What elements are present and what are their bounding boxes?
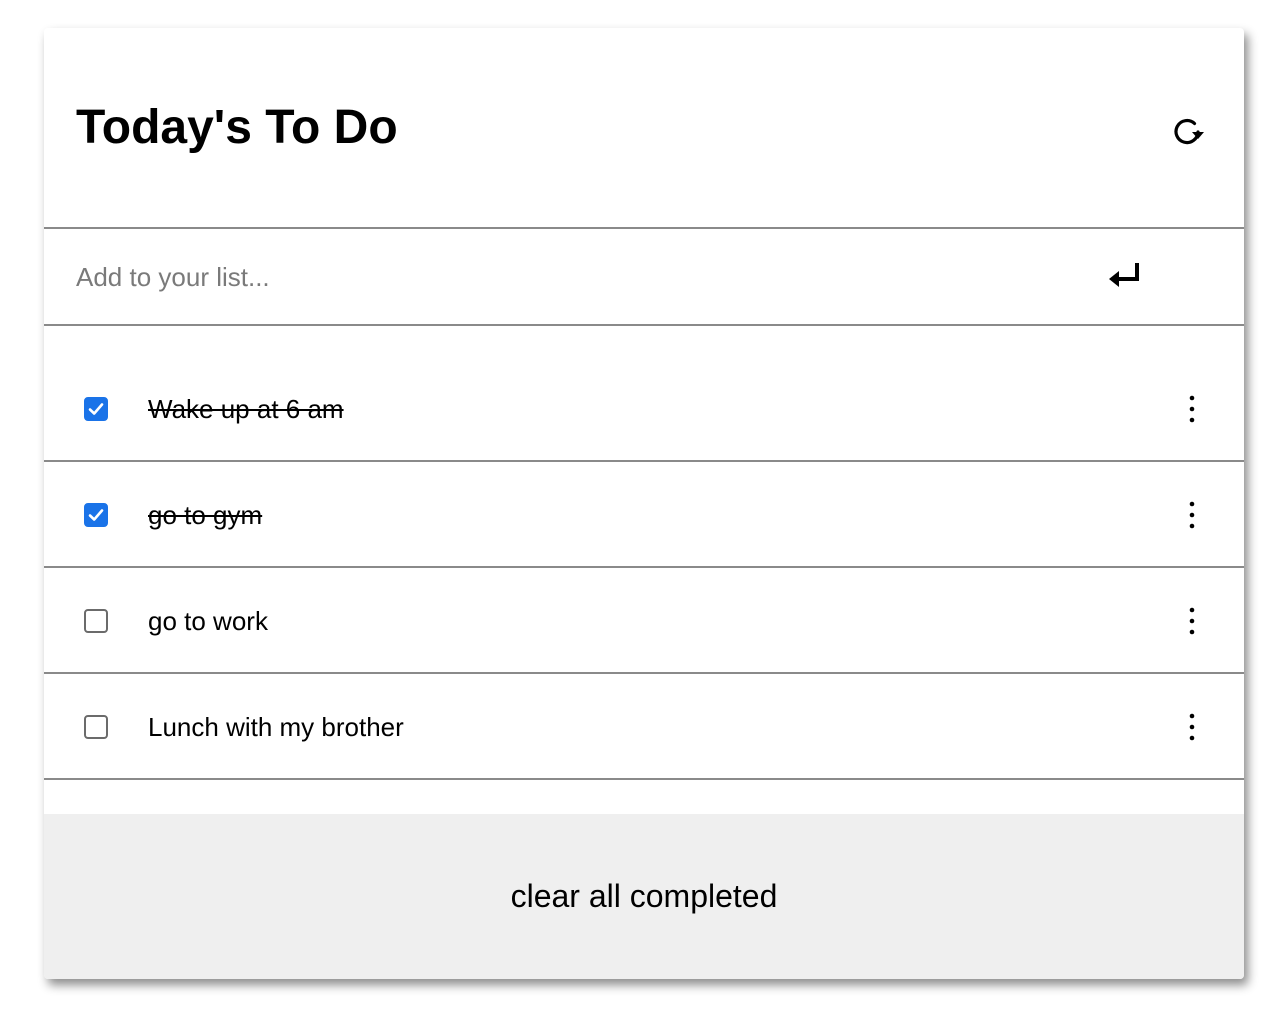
todo-text: Wake up at 6 am	[148, 394, 344, 424]
more-options-icon[interactable]	[1178, 498, 1206, 532]
list-item: Lunch with my brother	[44, 674, 1244, 780]
page-title: Today's To Do	[76, 101, 398, 154]
enter-icon[interactable]	[1104, 257, 1144, 297]
add-item-input[interactable]	[76, 253, 1076, 301]
todo-checkbox[interactable]	[84, 397, 108, 421]
list-item: go to work	[44, 568, 1244, 674]
todo-checkbox[interactable]	[84, 609, 108, 633]
more-options-icon[interactable]	[1178, 710, 1206, 744]
todo-list: Wake up at 6 am go to gym go to work Lun…	[44, 356, 1244, 780]
todo-card: Today's To Do Wake up at 6 am go to gym	[44, 28, 1244, 979]
todo-text: Lunch with my brother	[148, 712, 404, 742]
list-item: go to gym	[44, 462, 1244, 568]
list-item: Wake up at 6 am	[44, 356, 1244, 462]
clear-completed-button[interactable]: clear all completed	[44, 814, 1244, 979]
todo-text: go to gym	[148, 500, 263, 530]
checkmark-icon	[88, 509, 104, 521]
todo-checkbox[interactable]	[84, 503, 108, 527]
refresh-icon[interactable]	[1168, 112, 1208, 152]
todo-text: go to work	[148, 606, 268, 636]
clear-completed-label: clear all completed	[510, 878, 778, 914]
header: Today's To Do	[44, 28, 1244, 229]
checkmark-icon	[88, 403, 104, 415]
more-options-icon[interactable]	[1178, 392, 1206, 426]
more-options-icon[interactable]	[1178, 604, 1206, 638]
todo-checkbox[interactable]	[84, 715, 108, 739]
add-item-row	[44, 229, 1244, 326]
